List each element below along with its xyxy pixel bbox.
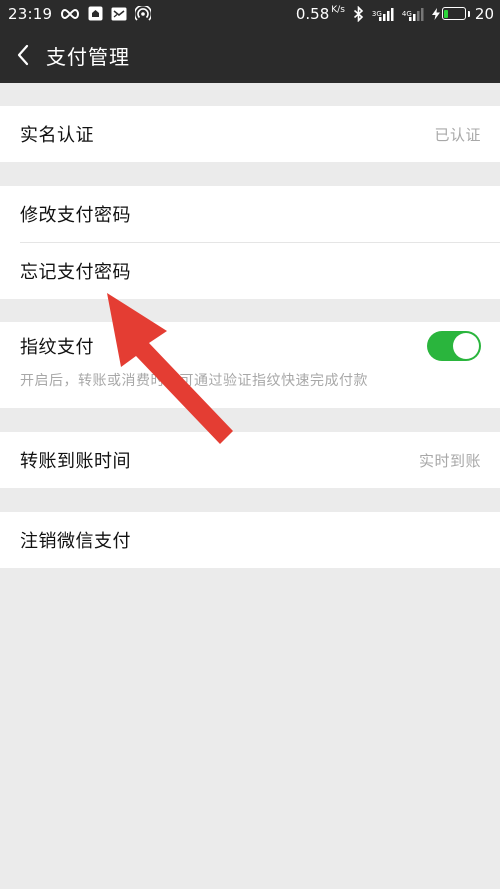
section-realname: 实名认证 已认证 — [0, 106, 500, 162]
row-forgot-password[interactable]: 忘记支付密码 — [0, 243, 500, 299]
battery-fill — [444, 9, 449, 18]
battery: 20 — [431, 4, 494, 23]
toggle-knob — [453, 333, 479, 359]
change-password-label: 修改支付密码 — [20, 205, 131, 226]
row-transfer-time[interactable]: 转账到账时间 实时到账 — [0, 432, 500, 488]
battery-level: 20 — [474, 4, 494, 23]
fingerprint-label: 指纹支付 — [20, 337, 94, 358]
row-cancel-pay[interactable]: 注销微信支付 — [0, 512, 500, 568]
row-realname[interactable]: 实名认证 已认证 — [0, 106, 500, 162]
back-button[interactable] — [0, 27, 46, 83]
hotspot-icon — [135, 5, 152, 22]
speed-unit: K/s — [331, 4, 345, 15]
fingerprint-hint: 开启后，转账或消费时，可通过验证指纹快速完成付款 — [20, 373, 368, 389]
status-right: 0.58 K/s 3G 4G 20 — [296, 5, 494, 23]
charging-icon — [431, 7, 440, 20]
chevron-left-icon — [17, 44, 29, 66]
status-left: 23:19 — [8, 4, 152, 23]
infinity-icon — [60, 8, 80, 20]
mail-icon — [111, 7, 127, 21]
status-time: 23:19 — [8, 4, 53, 23]
signal-3g-icon: 3G — [372, 6, 394, 22]
transfer-time-value: 实时到账 — [418, 451, 481, 470]
section-cancel-pay: 注销微信支付 — [0, 512, 500, 568]
realname-status: 已认证 — [434, 125, 481, 144]
section-password: 修改支付密码 忘记支付密码 — [0, 186, 500, 299]
row-fingerprint: 指纹支付 — [0, 322, 500, 370]
section-fingerprint: 指纹支付 开启后，转账或消费时，可通过验证指纹快速完成付款 — [0, 322, 500, 408]
signal-4g-icon: 4G — [402, 6, 424, 22]
notification-app-icon — [88, 6, 103, 21]
bluetooth-icon — [353, 5, 364, 22]
transfer-time-label: 转账到账时间 — [20, 451, 131, 472]
row-change-password[interactable]: 修改支付密码 — [0, 186, 500, 242]
realname-label: 实名认证 — [20, 125, 94, 146]
cancel-pay-label: 注销微信支付 — [20, 531, 131, 552]
title-bar: 支付管理 — [0, 27, 500, 83]
section-transfer-time: 转账到账时间 实时到账 — [0, 432, 500, 488]
fingerprint-toggle[interactable] — [427, 331, 481, 361]
status-bar: 23:19 0.58 K/s 3G 4G 20 — [0, 0, 500, 27]
battery-nub — [467, 10, 470, 17]
page-title: 支付管理 — [46, 44, 130, 69]
network-speed: 0.58 K/s — [295, 4, 345, 23]
forgot-password-label: 忘记支付密码 — [20, 262, 131, 283]
battery-icon — [441, 7, 466, 20]
